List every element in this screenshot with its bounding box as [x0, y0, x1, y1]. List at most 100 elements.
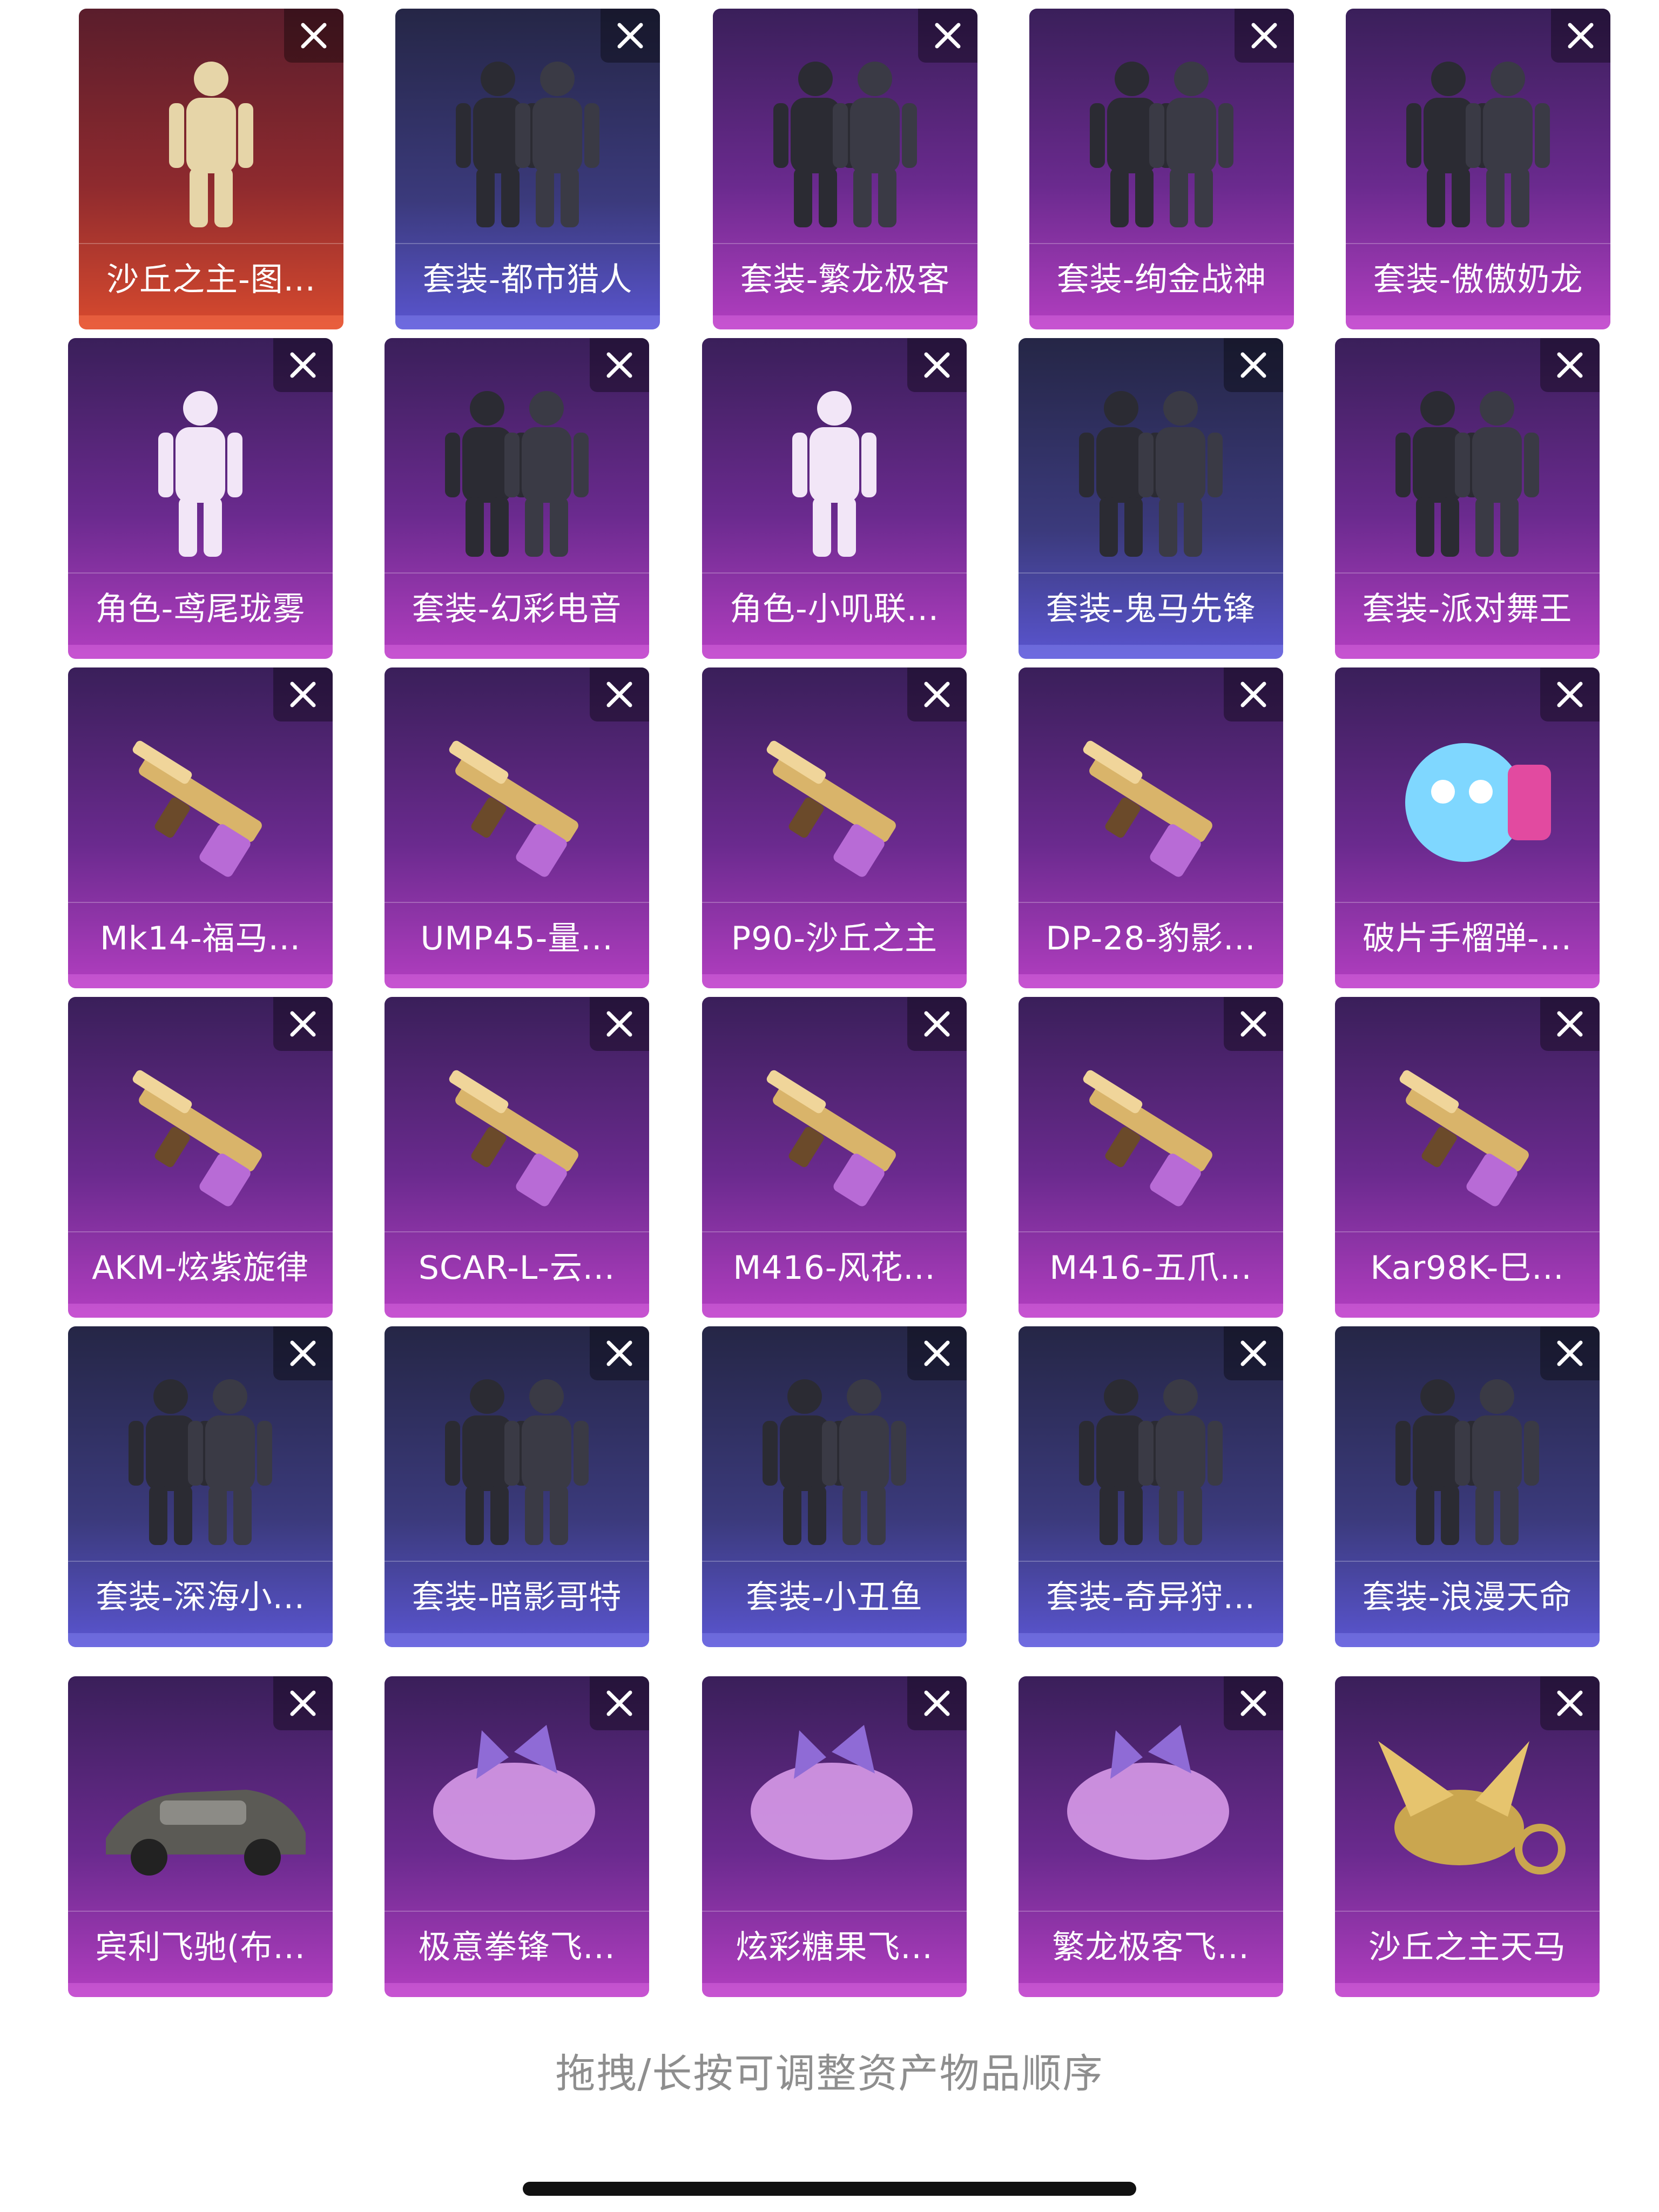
- remove-item-button[interactable]: [1540, 997, 1600, 1051]
- asset-card[interactable]: 套装-傲傲奶龙: [1346, 9, 1610, 329]
- remove-item-button[interactable]: [918, 9, 977, 63]
- asset-card[interactable]: P90-沙丘之主: [702, 667, 967, 988]
- outfit-icon: [385, 1359, 649, 1553]
- remove-item-button[interactable]: [1551, 9, 1610, 63]
- remove-item-button[interactable]: [1224, 1676, 1283, 1730]
- asset-card[interactable]: M416-风花...: [702, 997, 967, 1318]
- asset-card[interactable]: 套装-绚金战神: [1029, 9, 1294, 329]
- close-icon: [1557, 1340, 1583, 1366]
- outfit-icon: [1029, 41, 1294, 235]
- remove-item-button[interactable]: [590, 338, 649, 392]
- remove-item-button[interactable]: [907, 997, 967, 1051]
- close-icon: [1240, 1011, 1266, 1037]
- remove-item-button[interactable]: [590, 667, 649, 721]
- rifle-icon: [68, 700, 333, 894]
- asset-card-label: M416-风花...: [702, 1231, 967, 1297]
- asset-card[interactable]: 繁龙极客飞...: [1019, 1676, 1283, 1997]
- remove-item-button[interactable]: [590, 1326, 649, 1380]
- asset-card-label: 套装-鬼马先锋: [1019, 572, 1283, 638]
- remove-item-button[interactable]: [273, 338, 333, 392]
- asset-card[interactable]: 套装-奇异狩...: [1019, 1326, 1283, 1647]
- asset-card[interactable]: 角色-小叽联...: [702, 338, 967, 659]
- close-icon: [924, 1340, 950, 1366]
- asset-card-label: M416-五爪...: [1019, 1231, 1283, 1297]
- asset-card[interactable]: 套装-幻彩电音: [385, 338, 649, 659]
- asset-card[interactable]: 破片手榴弹-...: [1335, 667, 1600, 988]
- asset-card-label: 套装-浪漫天命: [1335, 1561, 1600, 1627]
- glider-icon: [385, 1709, 649, 1903]
- asset-card-label: 套装-都市猎人: [395, 243, 660, 309]
- close-icon: [606, 682, 632, 707]
- asset-card[interactable]: 套装-都市猎人: [395, 9, 660, 329]
- asset-card[interactable]: AKM-炫紫旋律: [68, 997, 333, 1318]
- remove-item-button[interactable]: [273, 997, 333, 1051]
- remove-item-button[interactable]: [1224, 997, 1283, 1051]
- asset-card-label: Mk14-福马...: [68, 902, 333, 968]
- asset-card[interactable]: 沙丘之主天马: [1335, 1676, 1600, 1997]
- asset-card-label: 套装-小丑鱼: [702, 1561, 967, 1627]
- remove-item-button[interactable]: [284, 9, 343, 63]
- asset-card-label: 角色-小叽联...: [702, 572, 967, 638]
- remove-item-button[interactable]: [1540, 1326, 1600, 1380]
- asset-card[interactable]: 套装-繁龙极客: [713, 9, 977, 329]
- remove-item-button[interactable]: [907, 1676, 967, 1730]
- asset-card[interactable]: 套装-小丑鱼: [702, 1326, 967, 1647]
- remove-item-button[interactable]: [273, 1326, 333, 1380]
- outfit-icon: [713, 41, 977, 235]
- rifle-icon: [702, 1029, 967, 1224]
- asset-card-label: 套装-绚金战神: [1029, 243, 1294, 309]
- remove-item-button[interactable]: [1224, 338, 1283, 392]
- rifle-icon: [1019, 1029, 1283, 1224]
- home-indicator[interactable]: [523, 2182, 1136, 2196]
- asset-card[interactable]: SCAR-L-云...: [385, 997, 649, 1318]
- asset-card[interactable]: Mk14-福马...: [68, 667, 333, 988]
- remove-item-button[interactable]: [1235, 9, 1294, 63]
- outfit-icon: [1335, 370, 1600, 565]
- remove-item-button[interactable]: [1540, 338, 1600, 392]
- character-icon: [68, 370, 333, 565]
- asset-card[interactable]: 角色-鸢尾珑雾: [68, 338, 333, 659]
- close-icon: [1240, 682, 1266, 707]
- outfit-icon: [68, 1359, 333, 1553]
- asset-card[interactable]: 套装-暗影哥特: [385, 1326, 649, 1647]
- asset-card[interactable]: 极意拳锋飞...: [385, 1676, 649, 1997]
- remove-item-button[interactable]: [590, 997, 649, 1051]
- remove-item-button[interactable]: [273, 1676, 333, 1730]
- close-icon: [924, 352, 950, 378]
- remove-item-button[interactable]: [590, 1676, 649, 1730]
- asset-card[interactable]: Kar98K-巳...: [1335, 997, 1600, 1318]
- remove-item-button[interactable]: [907, 1326, 967, 1380]
- asset-card[interactable]: 沙丘之主-图...: [79, 9, 343, 329]
- outfit-icon: [1346, 41, 1610, 235]
- smg-icon: [702, 700, 967, 894]
- close-icon: [1557, 1011, 1583, 1037]
- remove-item-button[interactable]: [601, 9, 660, 63]
- outfit-icon: [1019, 1359, 1283, 1553]
- asset-card-label: P90-沙丘之主: [702, 902, 967, 968]
- asset-card[interactable]: 套装-浪漫天命: [1335, 1326, 1600, 1647]
- asset-card[interactable]: M416-五爪...: [1019, 997, 1283, 1318]
- asset-card[interactable]: 宾利飞驰(布...: [68, 1676, 333, 1997]
- asset-card[interactable]: 套装-派对舞王: [1335, 338, 1600, 659]
- remove-item-button[interactable]: [1224, 1326, 1283, 1380]
- asset-card-label: DP-28-豹影...: [1019, 902, 1283, 968]
- asset-card-label: SCAR-L-云...: [385, 1231, 649, 1297]
- asset-card-label: 套装-奇异狩...: [1019, 1561, 1283, 1627]
- asset-card-label: 角色-鸢尾珑雾: [68, 572, 333, 638]
- remove-item-button[interactable]: [1540, 667, 1600, 721]
- close-icon: [290, 1690, 316, 1716]
- remove-item-button[interactable]: [1540, 1676, 1600, 1730]
- remove-item-button[interactable]: [273, 667, 333, 721]
- asset-card[interactable]: DP-28-豹影...: [1019, 667, 1283, 988]
- asset-card[interactable]: 套装-鬼马先锋: [1019, 338, 1283, 659]
- rifle-icon: [68, 1029, 333, 1224]
- asset-card[interactable]: UMP45-量...: [385, 667, 649, 988]
- remove-item-button[interactable]: [1224, 667, 1283, 721]
- close-icon: [290, 1011, 316, 1037]
- remove-item-button[interactable]: [907, 338, 967, 392]
- remove-item-button[interactable]: [907, 667, 967, 721]
- lmg-icon: [1019, 700, 1283, 894]
- asset-card[interactable]: 套装-深海小...: [68, 1326, 333, 1647]
- close-icon: [1557, 352, 1583, 378]
- asset-card[interactable]: 炫彩糖果飞...: [702, 1676, 967, 1997]
